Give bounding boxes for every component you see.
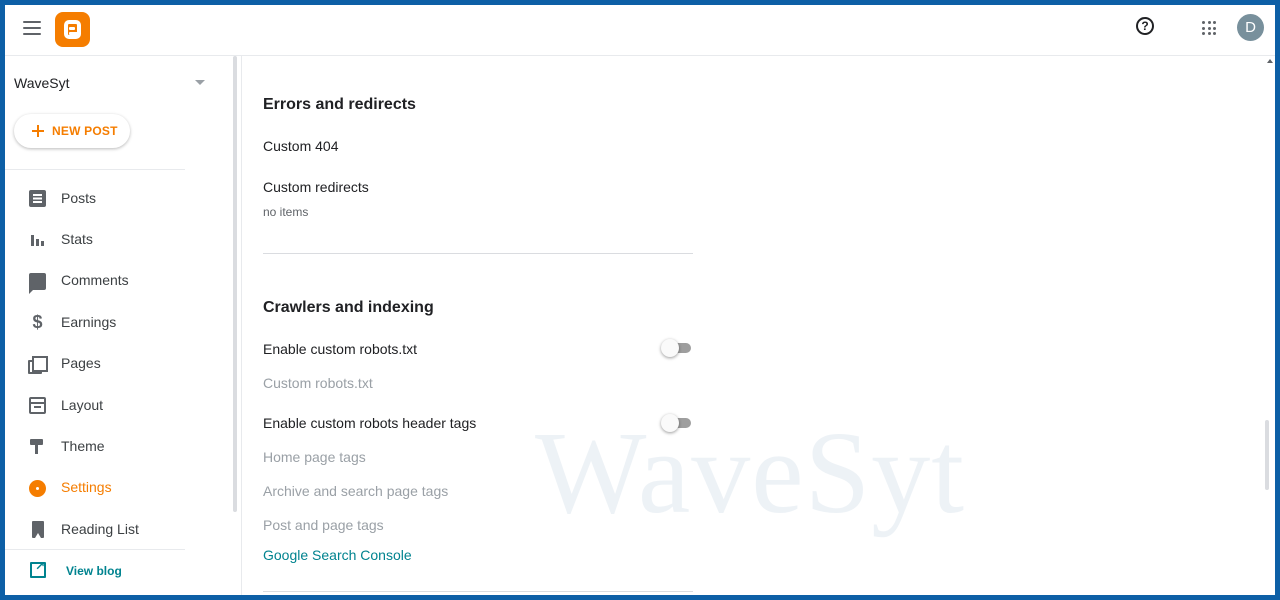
pages-icon <box>28 355 48 374</box>
chevron-down-icon[interactable] <box>195 80 205 85</box>
robots-txt-toggle[interactable] <box>661 339 693 357</box>
sidebar-item-posts[interactable]: Posts <box>5 177 225 218</box>
enable-robots-header-label: Enable custom robots header tags <box>263 415 477 431</box>
gear-icon <box>29 479 46 497</box>
blog-name[interactable]: WaveSyt <box>14 75 70 91</box>
divider <box>5 549 185 550</box>
paint-roller-icon <box>29 438 46 455</box>
custom-robots-txt-setting: Custom robots.txt <box>263 375 373 391</box>
plus-icon <box>32 125 44 137</box>
sidebar-item-stats[interactable]: Stats <box>5 218 225 259</box>
watermark-text: WaveSyt <box>535 407 966 538</box>
sidebar-item-theme[interactable]: Theme <box>5 425 225 466</box>
main-scrollbar[interactable] <box>1265 420 1269 490</box>
sidebar-item-pages[interactable]: Pages <box>5 343 225 384</box>
sidebar-item-label: Layout <box>61 396 104 413</box>
new-post-button[interactable]: NEW POST <box>14 114 130 148</box>
help-circle-icon[interactable]: ? <box>1136 17 1154 35</box>
apps-grid-icon[interactable] <box>1202 21 1216 35</box>
dollar-icon: $ <box>32 312 43 333</box>
stats-icon <box>29 231 46 248</box>
divider <box>5 169 185 170</box>
sidebar-item-label: Theme <box>61 438 105 455</box>
sidebar-scrollbar[interactable] <box>233 56 237 512</box>
sidebar-item-label: Comments <box>61 272 129 289</box>
sidebar-item-settings[interactable]: Settings <box>5 467 225 508</box>
sidebar-item-earnings[interactable]: $ Earnings <box>5 301 225 342</box>
comments-icon <box>29 272 46 294</box>
sidebar-item-label: Pages <box>61 355 101 372</box>
crawlers-section-title: Crawlers and indexing <box>263 299 434 316</box>
custom-redirects-setting[interactable]: Custom redirects <box>263 179 369 195</box>
sidebar-item-comments[interactable]: Comments <box>5 260 225 301</box>
sidebar: WaveSyt NEW POST Posts Stats Comments $ … <box>5 56 242 595</box>
scroll-up-arrow-icon[interactable] <box>1267 59 1273 63</box>
home-page-tags-setting: Home page tags <box>263 449 366 465</box>
blogger-logo-icon[interactable] <box>55 12 90 47</box>
sidebar-item-label: Earnings <box>61 313 117 330</box>
custom-redirects-value: no items <box>263 205 309 219</box>
hamburger-menu-icon[interactable] <box>23 21 41 35</box>
sidebar-item-label: Settings <box>61 479 112 496</box>
custom-404-setting[interactable]: Custom 404 <box>263 138 338 154</box>
errors-section-title: Errors and redirects <box>263 96 416 113</box>
avatar[interactable]: D <box>1237 14 1264 41</box>
sidebar-item-label: Stats <box>61 231 93 248</box>
toggle-thumb <box>661 339 679 357</box>
layout-icon <box>29 396 46 414</box>
open-in-new-icon <box>30 559 46 578</box>
post-page-tags-setting: Post and page tags <box>263 517 384 533</box>
sidebar-item-label: Reading List <box>61 520 139 537</box>
sidebar-nav: Posts Stats Comments $ Earnings Pages La… <box>5 177 225 550</box>
posts-icon <box>29 190 46 207</box>
sidebar-item-label: Posts <box>61 189 97 206</box>
new-post-label: NEW POST <box>52 124 118 138</box>
top-app-bar: ? D <box>5 5 1275 56</box>
divider <box>263 253 693 254</box>
view-blog-label: View blog <box>66 564 122 578</box>
view-blog-link[interactable]: View blog <box>5 555 185 587</box>
divider <box>263 591 693 592</box>
bookmark-icon <box>32 521 44 539</box>
sidebar-item-layout[interactable]: Layout <box>5 384 225 425</box>
google-search-console-link[interactable]: Google Search Console <box>263 547 412 563</box>
archive-search-tags-setting: Archive and search page tags <box>263 483 449 499</box>
sidebar-item-reading-list[interactable]: Reading List <box>5 508 225 549</box>
enable-robots-txt-label: Enable custom robots.txt <box>263 341 418 357</box>
